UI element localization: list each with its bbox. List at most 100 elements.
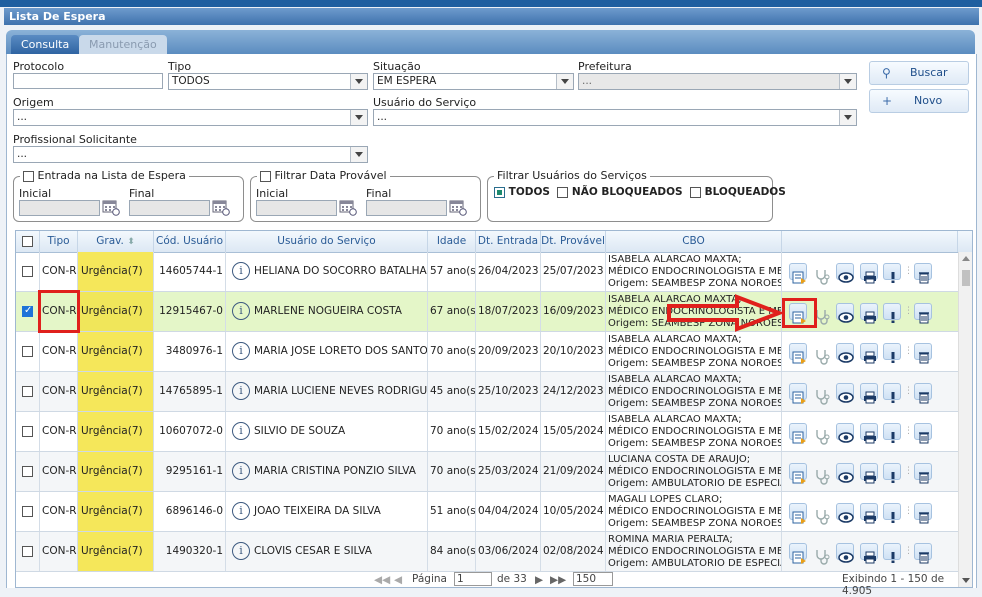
select-all-checkbox[interactable] [22,235,33,247]
header-dt-provavel[interactable]: Dt. Provável [541,231,606,252]
print-icon[interactable] [860,343,878,364]
entrada-checkbox[interactable] [23,170,34,182]
situacao-select[interactable]: EM ESPERA [373,73,574,90]
prev-page-icon[interactable]: ◀ [394,574,402,586]
alert-icon[interactable] [883,303,901,323]
novo-button[interactable]: + Novo [869,89,969,113]
info-icon[interactable]: i [232,462,250,480]
header-idade[interactable]: Idade [428,231,476,252]
data-provavel-inicial-input[interactable] [256,200,337,216]
print-icon[interactable] [860,463,878,484]
stethoscope-icon[interactable] [813,503,831,525]
view-icon[interactable] [836,383,854,403]
data-provavel-checkbox[interactable] [260,170,271,182]
tab-consulta[interactable]: Consulta [11,35,80,54]
print-icon[interactable] [860,423,878,444]
schedule-icon[interactable] [789,543,807,564]
header-cbo[interactable]: CBO [606,231,782,252]
first-page-icon[interactable]: ◀◀ [374,574,390,586]
usuario-servico-select[interactable]: ... [373,109,857,126]
row-checkbox[interactable] [22,345,33,357]
view-icon[interactable] [836,503,854,523]
trash-icon[interactable] [914,303,932,324]
trash-icon[interactable] [914,503,932,524]
scrollbar-thumb[interactable] [962,270,970,286]
alert-icon[interactable] [883,543,901,563]
page-input[interactable]: 1 [454,572,492,586]
trash-icon[interactable] [914,463,932,484]
trash-icon[interactable] [914,383,932,404]
alert-icon[interactable] [883,383,901,403]
schedule-icon[interactable] [789,423,807,444]
row-checkbox[interactable] [22,545,33,557]
print-icon[interactable] [860,263,878,284]
header-usuario[interactable]: Usuário do Serviço [226,231,428,252]
profissional-select[interactable]: ... [13,146,368,163]
stethoscope-icon[interactable] [813,343,831,365]
prefeitura-select[interactable]: ... [578,73,857,90]
view-icon[interactable] [836,303,854,323]
table-row[interactable]: CON-R Urgência(7) 1490320-1 i CLOVIS CESAR E… [16,532,958,572]
calendar-icon[interactable] [339,199,357,216]
view-icon[interactable] [836,463,854,483]
header-select-all[interactable] [16,231,40,252]
todos-checkbox[interactable] [494,186,505,198]
print-icon[interactable] [860,383,878,404]
row-checkbox[interactable] [22,425,33,437]
info-icon[interactable]: i [232,302,250,320]
row-checkbox[interactable] [22,505,33,517]
trash-icon[interactable] [914,343,932,364]
row-checkbox[interactable] [22,465,33,477]
schedule-icon[interactable] [789,343,807,364]
info-icon[interactable]: i [232,422,250,440]
tab-manutencao[interactable]: Manutenção [79,35,167,54]
alert-icon[interactable] [883,423,901,443]
entrada-inicial-input[interactable] [19,200,100,216]
info-icon[interactable]: i [232,382,250,400]
protocolo-input[interactable] [13,73,163,89]
trash-icon[interactable] [914,423,932,444]
scroll-up-icon[interactable] [962,256,970,261]
print-icon[interactable] [860,303,878,324]
trash-icon[interactable] [914,263,932,284]
print-icon[interactable] [860,543,878,564]
alert-icon[interactable] [883,463,901,483]
nao-bloqueados-checkbox[interactable] [557,186,569,198]
stethoscope-icon[interactable] [813,263,831,285]
header-cod[interactable]: Cód. Usuário [154,231,226,252]
table-row[interactable]: CON-R Urgência(7) 6896146-0 i JOAO TEIXEIRA … [16,492,958,532]
info-icon[interactable]: i [232,262,250,280]
table-row[interactable]: CON-R Urgência(7) 3480976-1 i MARIA JOSE LOR… [16,332,958,372]
next-page-icon[interactable]: ▶ [535,574,543,586]
trash-icon[interactable] [914,543,932,564]
view-icon[interactable] [836,423,854,443]
stethoscope-icon[interactable] [813,423,831,445]
table-row[interactable]: CON-R Urgência(7) 9295161-1 i MARIA CRISTINA… [16,452,958,492]
header-tipo[interactable]: Tipo [40,231,78,252]
schedule-icon[interactable] [789,463,807,484]
row-checkbox[interactable] [22,385,33,397]
header-grav[interactable]: Grav. ⬍ [78,231,154,252]
row-checkbox[interactable] [22,265,33,277]
view-icon[interactable] [836,543,854,563]
buscar-button[interactable]: ⚲ Buscar [869,61,969,85]
stethoscope-icon[interactable] [813,383,831,405]
info-icon[interactable]: i [232,502,250,520]
view-icon[interactable] [836,343,854,363]
table-row[interactable]: CON-R Urgência(7) 10607072-0 i SILVIO DE SOU… [16,412,958,452]
calendar-icon[interactable] [102,199,120,216]
tipo-select[interactable]: TODOS [168,73,368,90]
view-icon[interactable] [836,263,854,283]
origem-select[interactable]: ... [13,109,368,126]
info-icon[interactable]: i [232,542,250,560]
vertical-scrollbar[interactable] [958,252,972,587]
info-icon[interactable]: i [232,342,250,360]
stethoscope-icon[interactable] [813,543,831,565]
print-icon[interactable] [860,503,878,524]
schedule-icon[interactable] [789,383,807,404]
alert-icon[interactable] [883,503,901,523]
calendar-icon[interactable] [449,199,467,216]
data-provavel-final-input[interactable] [366,200,447,216]
entrada-final-input[interactable] [129,200,210,216]
alert-icon[interactable] [883,263,901,283]
